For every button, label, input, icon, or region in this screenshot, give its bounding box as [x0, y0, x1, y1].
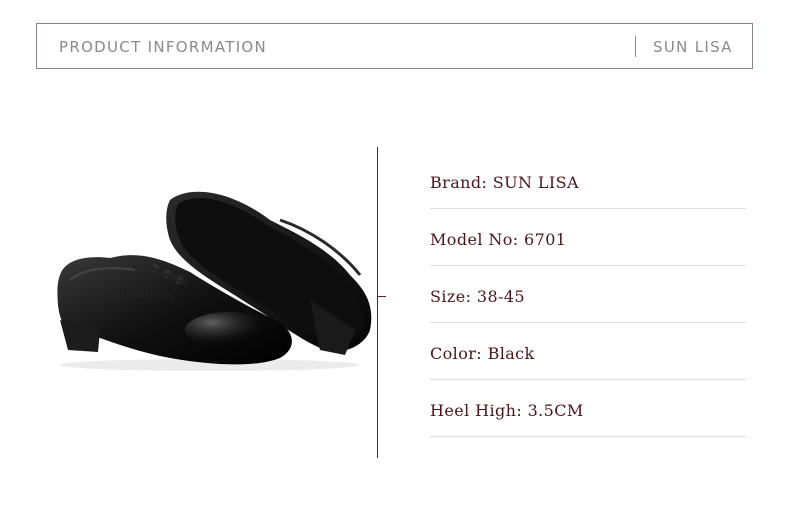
- spec-row-color: Color: Black: [430, 323, 746, 380]
- spec-row-size: Size: 38-45: [430, 266, 746, 323]
- spec-value: 6701: [524, 230, 567, 249]
- spec-label: Heel High: [430, 401, 517, 420]
- vertical-divider-line: [377, 147, 378, 458]
- spec-label: Color: [430, 344, 477, 363]
- header-divider: [635, 36, 636, 57]
- product-info-header: PRODUCT INFORMATION SUN LISA: [36, 23, 753, 69]
- spec-row-heel-high: Heel High: 3.5CM: [430, 380, 746, 437]
- spec-separator: :: [516, 401, 528, 420]
- spec-label: Model No: [430, 230, 513, 249]
- spec-value: 3.5CM: [527, 401, 584, 420]
- spec-separator: :: [481, 173, 493, 192]
- spec-value: Black: [487, 344, 535, 363]
- spec-value: SUN LISA: [492, 173, 579, 192]
- spec-list: Brand: SUN LISA Model No: 6701 Size: 38-…: [430, 152, 746, 437]
- header-title: PRODUCT INFORMATION: [59, 38, 268, 56]
- spec-separator: :: [512, 230, 525, 249]
- spec-value: 38-45: [476, 287, 525, 306]
- vertical-divider-tick: [377, 296, 386, 297]
- header-brand: SUN LISA: [653, 38, 733, 56]
- spec-label: Size: [430, 287, 466, 306]
- spec-separator: :: [465, 287, 477, 306]
- product-image: [57, 191, 372, 371]
- spec-label: Brand: [430, 173, 482, 192]
- spec-row-model-no: Model No: 6701: [430, 209, 746, 266]
- spec-separator: :: [476, 344, 488, 363]
- spec-row-brand: Brand: SUN LISA: [430, 152, 746, 209]
